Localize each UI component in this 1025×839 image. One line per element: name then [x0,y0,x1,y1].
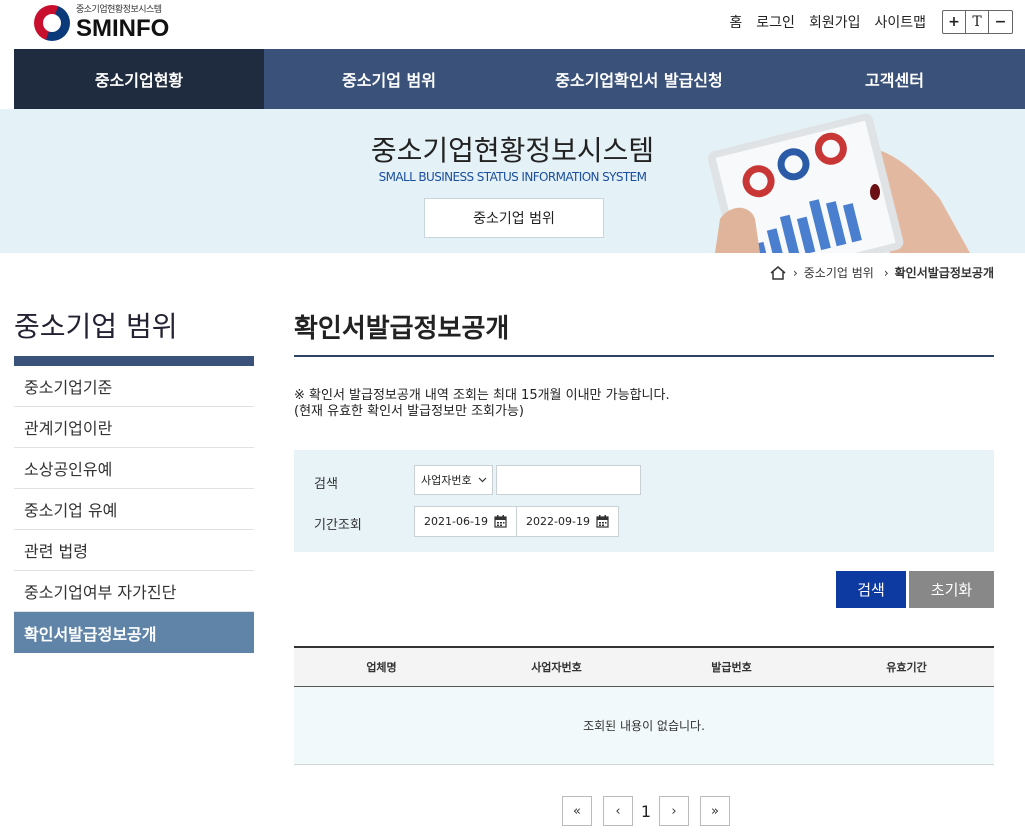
search-panel: 검색 사업자번호 기간조회 2021-06-19 2022-09-19 [294,450,994,552]
side-menu: 중소기업기준 관계기업이란 소상공인유예 중소기업 유예 관련 법령 중소기업여… [14,366,254,653]
current-page[interactable]: 1 [633,802,659,821]
tablet-illustration [707,113,970,253]
nav-item-support[interactable]: 고객센터 [764,49,1025,109]
pagination: « ‹ 1 › » [562,796,730,826]
empty-message: 조회된 내용이 없습니다. [294,687,994,765]
page-title: 확인서발급정보공개 [294,314,510,344]
sidebar-item-laws[interactable]: 관련 법령 [14,530,254,571]
date-from-value: 2021-06-19 [424,515,488,528]
column-issue-number: 발급번호 [711,661,752,674]
sidebar-item-sme-criteria[interactable]: 중소기업기준 [14,366,254,407]
period-label: 기간조회 [314,518,362,533]
first-page-button[interactable]: « [562,796,592,826]
site-logo[interactable]: 중소기업현황정보시스템 SMINFO [34,5,169,41]
nav-item-status[interactable]: 중소기업현황 [14,49,264,109]
logo-title: SMINFO [76,14,170,42]
calendar-icon[interactable] [494,515,507,528]
font-increase-button[interactable]: + [943,11,966,33]
date-from-field[interactable]: 2021-06-19 [414,506,517,537]
banner-scope-button[interactable]: 중소기업 범위 [424,198,604,238]
font-size-controls: + T − [942,10,1013,34]
next-page-button[interactable]: › [659,796,689,826]
search-input[interactable] [496,465,641,495]
search-label: 검색 [314,477,338,492]
chevron-right-icon: › [792,265,798,280]
notice-line: ※ 확인서 발급정보공개 내역 조회는 최대 15개월 이내만 가능합니다. [294,388,670,403]
column-valid-period: 유효기간 [886,661,927,674]
top-bar: 중소기업현황정보시스템 SMINFO 홈 로그인 회원가입 사이트맵 + T − [0,0,1025,49]
notice-text: ※ 확인서 발급정보공개 내역 조회는 최대 15개월 이내만 가능합니다. (… [294,388,670,420]
signup-link[interactable]: 회원가입 [809,12,861,32]
title-divider [294,355,994,357]
reset-button[interactable]: 초기화 [909,571,994,608]
sidebar-item-small-business-grace[interactable]: 소상공인유예 [14,448,254,489]
logo-subtitle: 중소기업현황정보시스템 [76,4,162,15]
font-reset-button[interactable]: T [966,11,989,33]
utility-nav: 홈 로그인 회원가입 사이트맵 + T − [729,10,1013,34]
calendar-icon[interactable] [596,515,609,528]
font-decrease-button[interactable]: − [989,11,1012,33]
home-icon[interactable] [769,265,787,281]
breadcrumb-item[interactable]: 중소기업 범위 [804,264,874,281]
sidebar-item-self-diagnosis[interactable]: 중소기업여부 자가진단 [14,571,254,612]
sidebar-item-related-company[interactable]: 관계기업이란 [14,407,254,448]
last-page-button[interactable]: » [700,796,730,826]
search-type-value: 사업자번호 [421,474,472,487]
login-link[interactable]: 로그인 [756,12,795,32]
main-nav: 중소기업현황 중소기업 범위 중소기업확인서 발급신청 고객센터 [14,49,1025,109]
results-table: 업체명 사업자번호 발급번호 유효기간 조회된 내용이 없습니다. [294,646,994,765]
table-header: 업체명 사업자번호 발급번호 유효기간 [294,646,994,687]
lnb-divider [14,356,254,366]
sidebar-item-certificate-disclosure[interactable]: 확인서발급정보공개 [14,612,254,653]
notice-line: (현재 유효한 확인서 발급정보만 조회가능) [294,404,524,419]
sitemap-link[interactable]: 사이트맵 [874,12,926,32]
breadcrumb: › 중소기업 범위 › 확인서발급정보공개 [769,264,994,281]
prev-page-button[interactable]: ‹ [603,796,633,826]
breadcrumb-current: 확인서발급정보공개 [894,266,994,280]
column-company-name: 업체명 [366,661,397,674]
lnb-title: 중소기업 범위 [14,310,178,343]
visual-banner: 중소기업현황정보시스템 SMALL BUSINESS STATUS INFORM… [0,109,1025,253]
date-to-value: 2022-09-19 [526,515,590,528]
sidebar-item-sme-grace[interactable]: 중소기업 유예 [14,489,254,530]
chevron-right-icon: › [883,265,889,280]
date-to-field[interactable]: 2022-09-19 [516,506,619,537]
search-button[interactable]: 검색 [836,571,906,608]
home-link[interactable]: 홈 [729,12,742,32]
taegeuk-emblem-icon [34,5,70,41]
nav-item-scope[interactable]: 중소기업 범위 [264,49,514,109]
chevron-down-icon [478,477,487,483]
nav-item-certificate[interactable]: 중소기업확인서 발급신청 [514,49,764,109]
search-type-select[interactable]: 사업자번호 [414,465,493,495]
column-business-number: 사업자번호 [531,661,582,674]
